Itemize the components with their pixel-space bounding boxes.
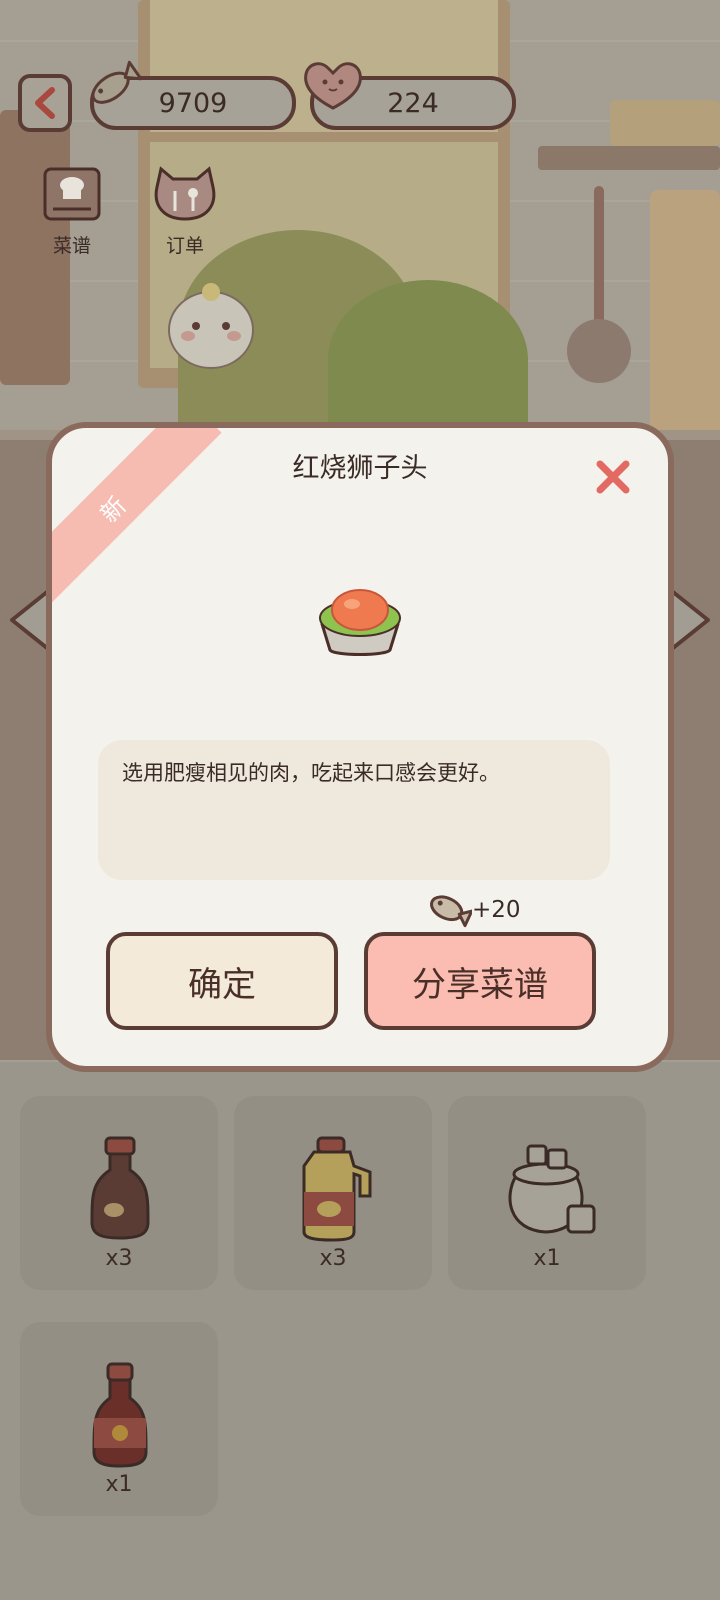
recipe-button[interactable]: 菜谱 bbox=[32, 165, 112, 258]
cooking-oil-icon bbox=[302, 1136, 372, 1242]
order-icon bbox=[154, 166, 216, 221]
ingredient-qty: x3 bbox=[105, 1246, 133, 1271]
recipe-description: 选用肥瘦相见的肉，吃起来口感会更好。 bbox=[98, 740, 610, 880]
share-recipe-button[interactable]: 分享菜谱 bbox=[364, 932, 596, 1030]
bird-icon bbox=[168, 283, 254, 369]
fish-icon bbox=[91, 60, 142, 104]
order-label: 订单 bbox=[165, 235, 204, 257]
ingredient-qty: x1 bbox=[533, 1246, 561, 1271]
ingredient-slot[interactable]: x1 bbox=[448, 1096, 646, 1290]
towel-stack bbox=[610, 100, 720, 146]
heart-count: 224 bbox=[387, 87, 439, 119]
share-reward: +20 bbox=[424, 890, 521, 930]
fish-count: 9709 bbox=[158, 87, 228, 119]
fish-icon bbox=[430, 895, 472, 928]
recipe-unlock-dialog: 新 红烧狮子头 选用肥瘦相见的肉，吃起来口感会更好。 +20 确定 分享菜谱 bbox=[46, 422, 674, 1072]
soy-sauce-icon bbox=[90, 1136, 150, 1240]
ingredient-slot[interactable]: x3 bbox=[234, 1096, 432, 1290]
wall-shelf bbox=[538, 146, 720, 170]
recipe-label: 菜谱 bbox=[52, 235, 91, 257]
ingredient-slot[interactable]: x1 bbox=[20, 1322, 218, 1516]
sugar-jar-icon bbox=[508, 1144, 596, 1234]
reward-amount: +20 bbox=[472, 897, 521, 923]
confirm-button[interactable]: 确定 bbox=[106, 932, 338, 1030]
hanging-cloth bbox=[650, 190, 720, 440]
close-icon[interactable] bbox=[592, 456, 634, 498]
back-button[interactable] bbox=[18, 74, 72, 132]
ladle-icon bbox=[567, 186, 631, 383]
window-bar bbox=[150, 132, 498, 142]
new-badge-label: 新 bbox=[94, 489, 133, 528]
ingredient-slot[interactable]: x3 bbox=[20, 1096, 218, 1290]
dialog-title: 红烧狮子头 bbox=[292, 453, 428, 484]
vinegar-bottle-icon bbox=[92, 1362, 148, 1468]
heart-icon bbox=[304, 62, 362, 110]
chevron-left-icon bbox=[35, 87, 55, 119]
braised-meatball-dish-icon bbox=[319, 589, 401, 656]
order-button[interactable]: 订单 bbox=[145, 165, 225, 258]
ingredient-qty: x1 bbox=[105, 1472, 133, 1497]
ingredient-qty: x3 bbox=[319, 1246, 347, 1271]
recipe-book-icon bbox=[43, 167, 101, 221]
hill bbox=[328, 280, 528, 440]
